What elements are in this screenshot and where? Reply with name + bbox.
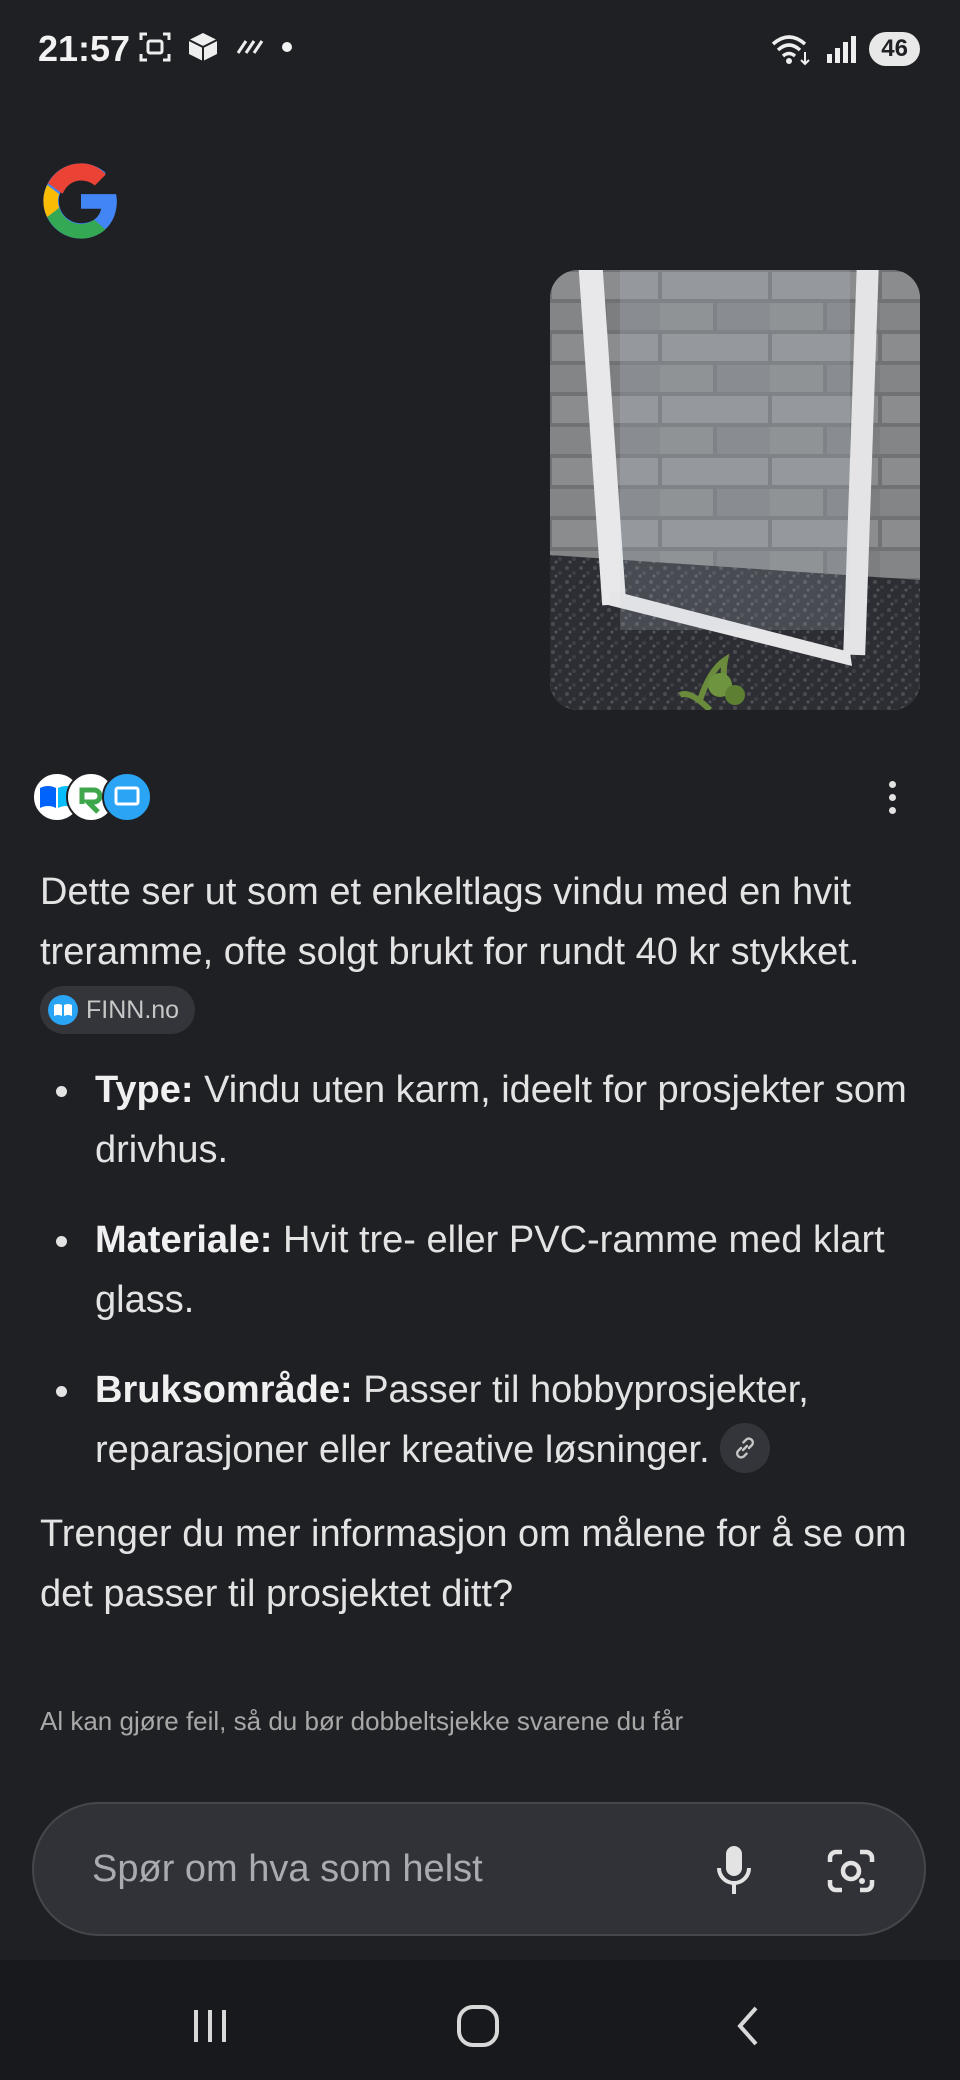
sources-row[interactable] [32, 772, 932, 822]
lens-icon [827, 1849, 875, 1893]
status-icons-right: 46 [769, 32, 920, 66]
window-frame-photo-icon [550, 270, 920, 710]
home-icon [457, 2005, 499, 2047]
answer-bullets: Type: Vindu uten karm, ideelt for prosje… [40, 1060, 920, 1480]
list-item: Type: Vindu uten karm, ideelt for prosje… [40, 1060, 920, 1180]
back-icon [737, 2006, 758, 2046]
status-time: 21:57 [38, 28, 131, 69]
answer-followup: Trenger du mer informasjon om målene for… [40, 1513, 907, 1615]
source-link-chip[interactable] [720, 1422, 771, 1473]
ai-answer: Dette ser ut som et enkeltlags vindu med… [40, 862, 920, 1624]
list-item: Materiale: Hvit tre- eller PVC-ramme med… [40, 1210, 920, 1330]
search-placeholder: Spør om hva som helst [92, 1848, 483, 1890]
answer-intro-text: Dette ser ut som et enkeltlags vindu med… [40, 871, 860, 973]
back-button[interactable] [718, 1996, 778, 2056]
source-favicon-blue[interactable] [102, 772, 152, 822]
list-item: Bruksområde: Passer til hobbyprosjekter,… [40, 1360, 920, 1480]
notification-dot-icon [282, 42, 292, 52]
mic-button[interactable] [699, 1836, 769, 1906]
wifi-icon [772, 35, 811, 66]
more-dot [888, 806, 896, 814]
more-dot [888, 780, 896, 788]
home-button[interactable] [448, 1996, 508, 2056]
source-chip-finn[interactable]: FINN.no [40, 985, 196, 1034]
status-icons-left [138, 30, 292, 64]
status-bar: 21:57 46 [0, 0, 960, 100]
recent-apps-icon [194, 2010, 226, 2042]
link-icon [736, 1437, 755, 1459]
bullet-term: Type: [95, 1069, 194, 1111]
bullet-term: Bruksområde: [95, 1369, 353, 1411]
bullet-text: Vindu uten karm, ideelt for prosjekter s… [95, 1069, 907, 1171]
screenshot-icon [139, 32, 171, 62]
answer-intro: Dette ser ut som et enkeltlags vindu med… [40, 862, 920, 1042]
recent-apps-button[interactable] [180, 1996, 240, 2056]
google-g-logo [43, 163, 117, 239]
more-dot [888, 793, 896, 801]
bullet-term: Materiale: [95, 1219, 273, 1261]
signal-stripes-icon [236, 40, 264, 54]
cell-signal-icon [827, 36, 857, 63]
google-lens-button[interactable] [816, 1836, 886, 1906]
cube-icon [188, 33, 218, 61]
uploaded-photo[interactable] [550, 270, 920, 710]
ai-disclaimer: Al kan gjøre feil, så du bør dobbeltsjek… [40, 1706, 684, 1736]
more-options-button[interactable] [872, 772, 912, 822]
mic-icon [717, 1846, 751, 1894]
chat-icon [114, 786, 140, 806]
system-nav-bar [0, 1960, 960, 2080]
search-input[interactable]: Spør om hva som helst [32, 1802, 926, 1936]
source-chip-label: FINN.no [86, 995, 180, 1024]
battery-icon: 46 [869, 32, 920, 66]
finn-chip-icon [48, 994, 78, 1025]
